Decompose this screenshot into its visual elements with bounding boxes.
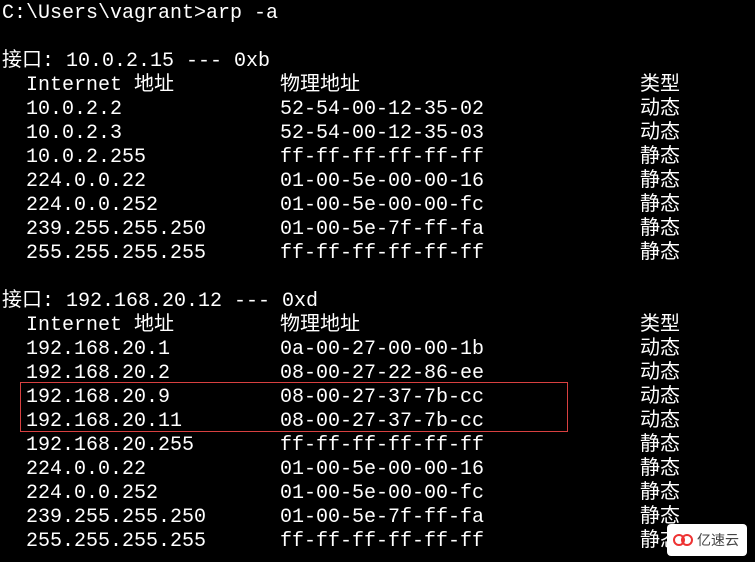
arp-row: 255.255.255.255ff-ff-ff-ff-ff-ff静态 bbox=[2, 530, 755, 554]
cell-type: 静态 bbox=[640, 434, 680, 458]
arp-row: 10.0.2.252-54-00-12-35-02动态 bbox=[2, 98, 755, 122]
cell-type: 静态 bbox=[640, 242, 680, 266]
cell-type: 动态 bbox=[640, 362, 680, 386]
cell-mac: 01-00-5e-00-00-fc bbox=[280, 194, 640, 218]
watermark-icon bbox=[673, 533, 693, 547]
cell-ip: 10.0.2.255 bbox=[26, 146, 280, 170]
col-header-mac: 物理地址 bbox=[280, 74, 640, 98]
arp-row: 10.0.2.255ff-ff-ff-ff-ff-ff静态 bbox=[2, 146, 755, 170]
col-header-type: 类型 bbox=[640, 314, 680, 338]
cell-mac: 01-00-5e-00-00-fc bbox=[280, 482, 640, 506]
blank-line bbox=[2, 266, 755, 290]
interface-header: 接口: 10.0.2.15 --- 0xb bbox=[2, 50, 755, 74]
watermark-text: 亿速云 bbox=[697, 528, 739, 552]
cell-ip: 10.0.2.2 bbox=[26, 98, 280, 122]
cell-mac: 01-00-5e-00-00-16 bbox=[280, 458, 640, 482]
arp-row: 192.168.20.208-00-27-22-86-ee动态 bbox=[2, 362, 755, 386]
col-header-type: 类型 bbox=[640, 74, 680, 98]
col-header-ip: Internet 地址 bbox=[26, 314, 280, 338]
cell-ip: 224.0.0.22 bbox=[26, 170, 280, 194]
cell-ip: 224.0.0.252 bbox=[26, 194, 280, 218]
arp-row: 224.0.0.25201-00-5e-00-00-fc静态 bbox=[2, 194, 755, 218]
arp-row: 239.255.255.25001-00-5e-7f-ff-fa静态 bbox=[2, 506, 755, 530]
arp-row: 192.168.20.1108-00-27-37-7b-cc动态 bbox=[2, 410, 755, 434]
cell-ip: 224.0.0.252 bbox=[26, 482, 280, 506]
cell-ip: 192.168.20.1 bbox=[26, 338, 280, 362]
arp-row: 239.255.255.25001-00-5e-7f-ff-fa静态 bbox=[2, 218, 755, 242]
arp-row: 10.0.2.352-54-00-12-35-03动态 bbox=[2, 122, 755, 146]
arp-row: 192.168.20.908-00-27-37-7b-cc动态 bbox=[2, 386, 755, 410]
cell-type: 动态 bbox=[640, 122, 680, 146]
watermark: 亿速云 bbox=[667, 524, 747, 556]
cell-mac: 01-00-5e-00-00-16 bbox=[280, 170, 640, 194]
cell-type: 静态 bbox=[640, 218, 680, 242]
cell-ip: 255.255.255.255 bbox=[26, 242, 280, 266]
cell-mac: ff-ff-ff-ff-ff-ff bbox=[280, 434, 640, 458]
cell-ip: 192.168.20.9 bbox=[26, 386, 280, 410]
cell-mac: 01-00-5e-7f-ff-fa bbox=[280, 506, 640, 530]
cell-mac: ff-ff-ff-ff-ff-ff bbox=[280, 530, 640, 554]
cell-type: 动态 bbox=[640, 338, 680, 362]
cell-ip: 255.255.255.255 bbox=[26, 530, 280, 554]
cell-type: 静态 bbox=[640, 170, 680, 194]
cell-mac: 0a-00-27-00-00-1b bbox=[280, 338, 640, 362]
interface-header: 接口: 192.168.20.12 --- 0xd bbox=[2, 290, 755, 314]
cell-mac: 01-00-5e-7f-ff-fa bbox=[280, 218, 640, 242]
cell-type: 静态 bbox=[640, 482, 680, 506]
cell-mac: 08-00-27-22-86-ee bbox=[280, 362, 640, 386]
cell-ip: 239.255.255.250 bbox=[26, 506, 280, 530]
cell-mac: 08-00-27-37-7b-cc bbox=[280, 386, 640, 410]
cell-type: 静态 bbox=[640, 458, 680, 482]
command-prompt[interactable]: C:\Users\vagrant>arp -a bbox=[2, 2, 755, 26]
cell-type: 静态 bbox=[640, 194, 680, 218]
cell-type: 动态 bbox=[640, 410, 680, 434]
column-header-row: Internet 地址物理地址类型 bbox=[2, 74, 755, 98]
cell-ip: 239.255.255.250 bbox=[26, 218, 280, 242]
cell-mac: ff-ff-ff-ff-ff-ff bbox=[280, 242, 640, 266]
cell-ip: 192.168.20.11 bbox=[26, 410, 280, 434]
cell-mac: ff-ff-ff-ff-ff-ff bbox=[280, 146, 640, 170]
cell-mac: 52-54-00-12-35-02 bbox=[280, 98, 640, 122]
cell-ip: 192.168.20.2 bbox=[26, 362, 280, 386]
cell-mac: 52-54-00-12-35-03 bbox=[280, 122, 640, 146]
arp-row: 192.168.20.255ff-ff-ff-ff-ff-ff静态 bbox=[2, 434, 755, 458]
arp-row: 224.0.0.2201-00-5e-00-00-16静态 bbox=[2, 170, 755, 194]
cell-ip: 224.0.0.22 bbox=[26, 458, 280, 482]
cell-type: 动态 bbox=[640, 98, 680, 122]
cell-ip: 192.168.20.255 bbox=[26, 434, 280, 458]
cell-type: 动态 bbox=[640, 386, 680, 410]
cell-mac: 08-00-27-37-7b-cc bbox=[280, 410, 640, 434]
col-header-ip: Internet 地址 bbox=[26, 74, 280, 98]
cell-ip: 10.0.2.3 bbox=[26, 122, 280, 146]
arp-row: 255.255.255.255ff-ff-ff-ff-ff-ff静态 bbox=[2, 242, 755, 266]
arp-output: 接口: 10.0.2.15 --- 0xbInternet 地址物理地址类型10… bbox=[2, 50, 755, 554]
column-header-row: Internet 地址物理地址类型 bbox=[2, 314, 755, 338]
arp-row: 192.168.20.10a-00-27-00-00-1b动态 bbox=[2, 338, 755, 362]
cell-type: 静态 bbox=[640, 146, 680, 170]
arp-row: 224.0.0.25201-00-5e-00-00-fc静态 bbox=[2, 482, 755, 506]
blank-line bbox=[2, 26, 755, 50]
col-header-mac: 物理地址 bbox=[280, 314, 640, 338]
arp-row: 224.0.0.2201-00-5e-00-00-16静态 bbox=[2, 458, 755, 482]
